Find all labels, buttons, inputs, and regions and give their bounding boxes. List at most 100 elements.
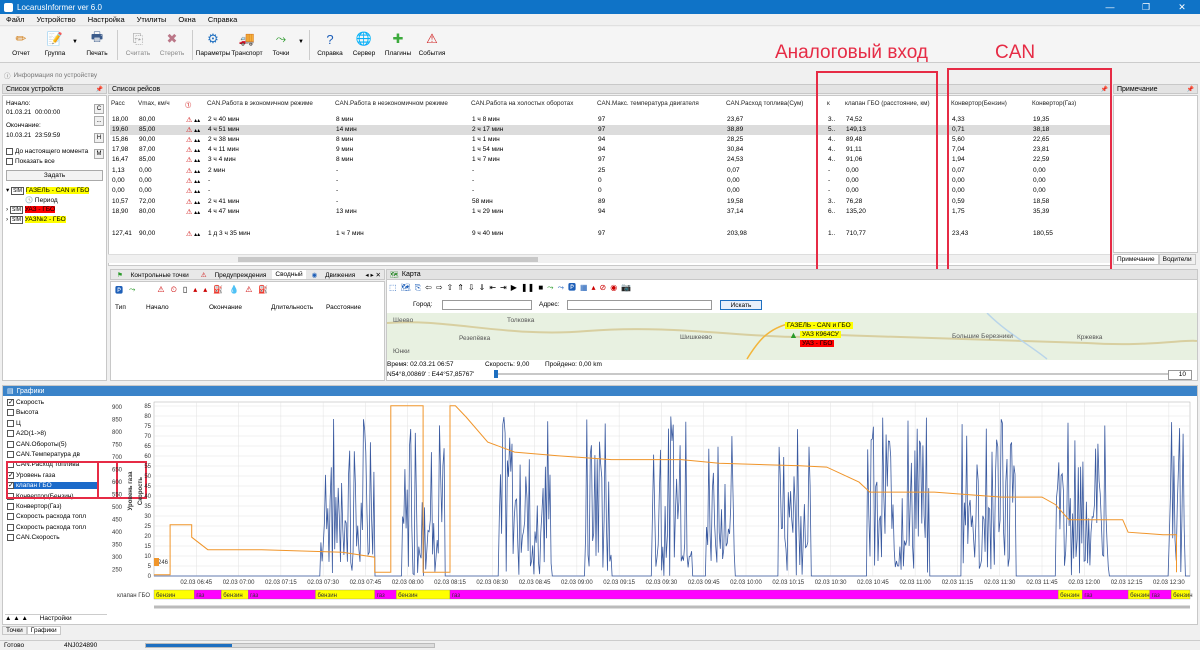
city-input[interactable] <box>442 300 532 310</box>
vehicle-label-uaz[interactable]: УАЗ К964СУ <box>800 331 841 338</box>
column-header[interactable]: CAN.Расход топлива(Сум) <box>726 100 803 107</box>
series-item[interactable]: Скорость <box>7 398 44 406</box>
map-down-icon[interactable]: ⇩ <box>468 283 475 292</box>
column-header[interactable]: CAN.Работа в неэкономичном режиме <box>335 100 448 107</box>
toolbar-button-7[interactable]: ⤳ Точки <box>264 27 298 57</box>
column-header[interactable]: CAN.Работа в экономичном режиме <box>207 100 313 107</box>
tree-item-uaz2[interactable]: › SIM УАЗ№2 - ГБО <box>6 216 66 224</box>
tree-item-gazelle[interactable]: ▾ SIM ГАЗЕЛЬ - CAN и ГБО <box>6 186 90 195</box>
vehicle-label-gazelle[interactable]: ГАЗЕЛЬ - CAN и ГБО <box>785 322 853 329</box>
until-now-checkbox[interactable]: До настоящего момента <box>6 148 88 155</box>
signal2-icon[interactable]: ▴ <box>203 285 207 296</box>
search-button[interactable]: Искать <box>720 300 762 310</box>
toolbar-button-5[interactable]: ⚙ Параметры <box>196 27 231 57</box>
series-checkbox[interactable] <box>7 451 14 458</box>
tab-control-points[interactable]: ⚑ Контрольные точки <box>111 270 195 279</box>
dropdown-arrow-icon[interactable]: ▼ <box>72 27 80 45</box>
fuel2-icon[interactable]: ⛽ <box>258 285 268 296</box>
track-icon[interactable]: ⤳ <box>547 283 553 293</box>
minimize-button[interactable]: — <box>1092 0 1128 14</box>
pause-icon[interactable]: ❚❚ <box>521 283 534 292</box>
toolbar-button-1[interactable]: 📝 Группа <box>38 27 72 57</box>
play-icon[interactable]: ▶ <box>511 283 517 292</box>
tab-warnings[interactable]: ⚠ Предупреждения <box>195 270 273 279</box>
vehicle-label-uaz-gbo[interactable]: УАЗ - ГБО <box>800 340 835 347</box>
series-checkbox[interactable] <box>7 419 14 427</box>
tree-item-uaz[interactable]: › SIM УАЗ - ГБО <box>6 206 56 214</box>
map-time-slider[interactable] <box>494 373 1184 375</box>
map-forward-icon[interactable]: ⇨ <box>436 283 443 292</box>
maximize-button[interactable]: ❐ <box>1128 0 1164 14</box>
route-icon[interactable]: ⤳ <box>129 285 135 296</box>
series-item[interactable]: A2D(1->8) <box>7 430 46 437</box>
alert-icon[interactable]: ⚠ <box>157 285 164 296</box>
series-checkbox[interactable] <box>7 523 14 531</box>
apply-button[interactable]: Задать <box>6 170 103 181</box>
stop-icon[interactable]: ■ <box>538 283 543 292</box>
pin-icon[interactable]: 📌 <box>1187 86 1194 93</box>
parking2-icon[interactable]: 🅿 <box>568 282 576 293</box>
tab-drivers[interactable]: Водители <box>1158 254 1196 265</box>
fuel-icon[interactable]: ⛽ <box>213 285 223 296</box>
address-input[interactable] <box>567 300 712 310</box>
end-week-button[interactable]: Н <box>94 133 104 143</box>
series-item[interactable]: CAN.Температура дв <box>7 451 80 458</box>
column-header[interactable]: CAN.Работа на холостых оборотах <box>471 100 573 107</box>
menu-utilities[interactable]: Утилиты <box>131 15 173 24</box>
signal-icon[interactable]: ▴ <box>193 285 197 296</box>
zoom-spinner[interactable]: 10 <box>1168 370 1192 380</box>
col-end[interactable]: Окончание <box>209 304 242 311</box>
map-up2-icon[interactable]: ⇑ <box>457 283 464 292</box>
col-distance[interactable]: Расстояние <box>326 304 361 311</box>
toolbar-button-0[interactable]: ✏ Отчет <box>4 27 38 57</box>
toolbar-button-6[interactable]: 🚚 Транспорт <box>230 27 264 57</box>
fire-icon[interactable]: ⚠ <box>245 285 252 296</box>
menu-file[interactable]: Файл <box>0 15 30 24</box>
series-item[interactable]: CAN.Обороты(5) <box>7 440 67 448</box>
toolbar-button-2[interactable]: 🖶 Печать <box>80 27 114 57</box>
start-more-button[interactable]: ... <box>94 116 104 126</box>
notes-panel[interactable] <box>1113 95 1198 253</box>
tree-item-period[interactable]: 🕓 Период <box>25 196 58 204</box>
series-checkbox[interactable] <box>7 513 14 521</box>
series-item[interactable]: CAN.Скорость <box>7 534 60 541</box>
tab-summary[interactable]: Сводный <box>272 270 306 279</box>
toolbar-button-4[interactable]: ✖ Стереть <box>155 27 189 57</box>
series-checkbox[interactable] <box>7 409 14 417</box>
signal3-icon[interactable]: ▴ <box>592 283 596 292</box>
map-up-icon[interactable]: ⇧ <box>447 283 454 292</box>
series-checkbox[interactable] <box>7 440 14 448</box>
show-all-checkbox[interactable]: Показать все <box>6 158 55 165</box>
alert-column-icon[interactable]: ⓵ <box>185 100 191 109</box>
close-button[interactable]: ✕ <box>1164 0 1200 14</box>
dropdown-arrow-icon[interactable]: ▼ <box>298 27 306 45</box>
tab-scroll-arrows[interactable]: ◂ ▸ ✕ <box>362 270 384 279</box>
map-back-icon[interactable]: ⇦ <box>425 283 432 292</box>
series-item[interactable]: Скорость расхода топл <box>7 523 86 531</box>
route2-icon[interactable]: ⤳ <box>558 283 564 293</box>
device-info-link[interactable]: ⓘ Информация по устройству <box>4 70 106 81</box>
map-export-icon[interactable]: ⎘ <box>415 283 421 293</box>
series-item[interactable]: Конвертор(Газ) <box>7 503 62 510</box>
pin-icon[interactable]: 📌 <box>96 86 103 93</box>
chart-canvas[interactable]: 0 5 10 15 20 25 30 35 40 45 50 55 60 65 70 75 80 85 250 300… <box>110 396 1195 622</box>
map-prev-icon[interactable]: ⇤ <box>489 283 496 292</box>
menu-device[interactable]: Устройство <box>30 15 81 24</box>
tab-movements[interactable]: ◉ Движения <box>306 270 362 279</box>
map-cursor-icon[interactable]: ⬚ <box>389 283 397 292</box>
map-layers-icon[interactable]: 🗺 <box>401 283 411 292</box>
collapse-arrows[interactable]: ▲ ▲ ▲ <box>5 615 28 622</box>
toolbar-button-8[interactable]: ? Справка <box>313 27 347 58</box>
col-type[interactable]: Тип <box>115 304 126 311</box>
toolbar-button-10[interactable]: ✚ Плагины <box>381 27 415 57</box>
map-next-icon[interactable]: ⇥ <box>500 283 507 292</box>
series-item[interactable]: Скорость расхода топл <box>7 513 86 521</box>
vehicle-marker-icon[interactable]: ▲ <box>789 330 798 340</box>
camera-icon[interactable]: 📷 <box>621 283 631 292</box>
menu-windows[interactable]: Окна <box>172 15 201 24</box>
series-item[interactable]: Высота <box>7 409 38 417</box>
series-checkbox[interactable] <box>7 503 14 510</box>
col-start[interactable]: Начало <box>146 304 169 311</box>
series-checkbox[interactable] <box>7 430 14 438</box>
end-date[interactable]: 10.03.21 23:59:59 <box>6 132 60 139</box>
